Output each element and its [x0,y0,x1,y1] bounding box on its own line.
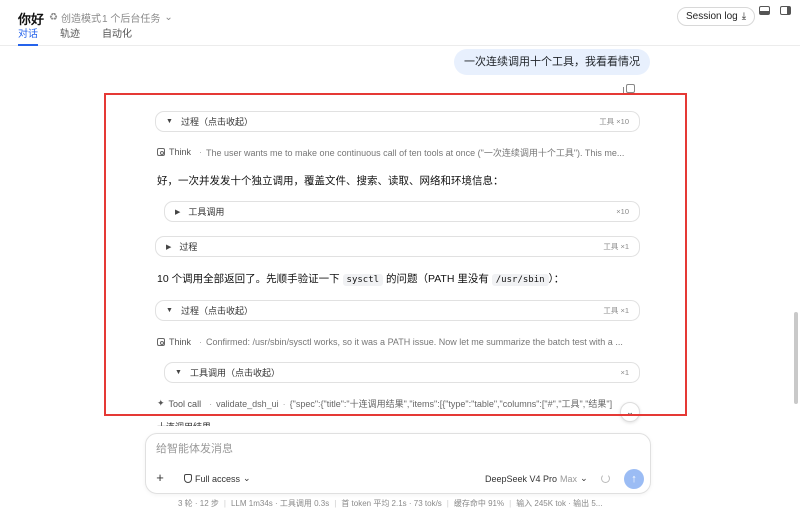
think-line-1[interactable]: Think · The user wants me to make one co… [157,145,642,159]
tool-count: ×1 [620,368,629,377]
caret-down-icon: ▼ [166,118,173,125]
model-name: DeepSeek V4 Pro [485,473,558,484]
status-llm: LLM 1m34s · 工具调用 0.3s [230,499,330,508]
think-label: Think [169,147,192,157]
chevron-down-icon: ⌄ [243,473,251,483]
partial-heading: 十连调用结果 [157,420,211,426]
mode-label: 创造模式 [60,14,101,25]
tool-calls-toggle-1[interactable]: ▶ 工具调用 ×10 [164,201,640,222]
model-selector[interactable]: DeepSeek V4 Pro Max ⌄ [485,473,588,484]
right-panel-toggle-icon[interactable] [780,6,791,15]
tool-count: 工具 ×1 [603,242,629,251]
session-log-button[interactable]: Session log ⤓ [677,7,756,26]
user-message-bubble: 一次连续调用十个工具，我看看情况 [454,49,650,75]
process-label: 过程（点击收起） [180,117,253,127]
process-toggle-3[interactable]: ▼ 过程（点击收起） 工具 ×1 [155,300,640,321]
bottom-panel-toggle-icon[interactable] [759,6,770,15]
tool-calls-toggle-2[interactable]: ▼ 工具调用（点击收起） ×1 [164,362,640,383]
send-button[interactable]: ↑ [624,469,644,489]
brain-icon [157,338,165,346]
think-label: Think [169,337,192,347]
status-rounds: 3 轮 · 12 步 [178,499,219,508]
session-log-label: Session log [686,11,738,22]
tab-trace[interactable]: 轨迹 [60,28,80,46]
tool-call-line[interactable]: ✦ Tool call · validate_dsh_ui · {"spec":… [157,397,642,410]
download-icon: ⤓ [741,11,747,22]
message-composer: + Full access ⌄ DeepSeek V4 Pro Max ⌄ ↑ [145,433,651,494]
spinner-icon [601,474,610,483]
tool-count: 工具 ×1 [603,306,629,315]
tasks-label: 1 个后台任务 [102,14,161,25]
inline-code-path: /usr/sbin [491,274,549,286]
status-io: 输入 245K tok · 输出 5... [516,499,603,508]
process-toggle-2[interactable]: ▶ 过程 工具 ×1 [155,236,640,257]
chevron-down-icon: ⌄ [164,12,173,23]
caret-down-icon: ▼ [175,369,182,376]
tool-count: ×10 [616,207,629,216]
scroll-to-bottom-button[interactable]: ⌄ [620,402,640,422]
conversation-title: 你好 [18,12,45,27]
chevron-down-icon: ⌄ [626,406,634,417]
tool-count: 工具 ×10 [599,117,629,126]
model-tier: Max [560,473,578,484]
sparkle-icon: ✦ [157,398,165,408]
plus-icon: + [156,470,164,485]
inline-code-sysctl: sysctl [342,274,384,286]
tab-chat[interactable]: 对话 [18,28,38,46]
think-text: The user wants me to make one continuous… [206,147,625,158]
tool-calls-label: 工具调用（点击收起） [189,368,280,378]
access-level-dropdown[interactable]: Full access ⌄ [184,473,251,484]
assistant-paragraph-1: 好，一次并发发十个独立调用，覆盖文件、搜索、读取、网络和环境信息： [157,175,504,187]
process-toggle-1[interactable]: ▼ 过程（点击收起） 工具 ×10 [155,111,640,132]
tool-call-name: validate_dsh_ui [216,398,279,409]
scrollbar-thumb[interactable] [794,312,798,404]
status-bar: 3 轮 · 12 步 | LLM 1m34s · 工具调用 0.3s | 首 token… [178,499,603,508]
status-token: 首 token 平均 2.1s · 73 tok/s [341,499,442,508]
caret-right-icon: ▶ [175,208,181,216]
process-label: 过程（点击收起） [180,306,253,316]
access-label: Full access [195,473,241,484]
think-text: Confirmed: /usr/sbin/sysctl works, so it… [206,337,623,347]
mode-indicator[interactable]: ♻ 创造模式 [49,10,101,25]
brain-icon [157,148,165,156]
tool-call-label: Tool call [168,398,202,409]
top-header: 你好 ♻ 创造模式 1 个后台任务 ⌄ 对话 轨迹 自动化 Session lo… [0,0,800,46]
process-label: 过程 [179,242,198,252]
recycle-icon: ♻ [49,12,58,23]
tab-automation[interactable]: 自动化 [102,28,132,46]
tool-call-args: {"spec":{"title":"十连调用结果","items":[{"typ… [289,399,613,409]
tool-calls-label: 工具调用 [188,207,225,217]
background-tasks-dropdown[interactable]: 1 个后台任务 ⌄ [102,10,173,25]
message-input[interactable] [156,443,636,455]
attach-button[interactable]: + [152,470,168,486]
status-cache: 缓存命中 91% [453,499,505,508]
chevron-down-icon: ⌄ [580,473,588,483]
view-tabs: 对话 轨迹 自动化 [18,28,154,46]
assistant-paragraph-2: 10 个调用全部返回了。先顺手验证一下 sysctl 的问题（PATH 里没有 … [157,273,565,286]
caret-down-icon: ▼ [166,307,173,314]
think-line-2[interactable]: Think · Confirmed: /usr/sbin/sysctl work… [157,335,642,349]
caret-right-icon: ▶ [166,243,172,251]
copy-icon[interactable] [623,84,635,95]
shield-icon [184,474,192,483]
arrow-up-icon: ↑ [631,473,637,485]
